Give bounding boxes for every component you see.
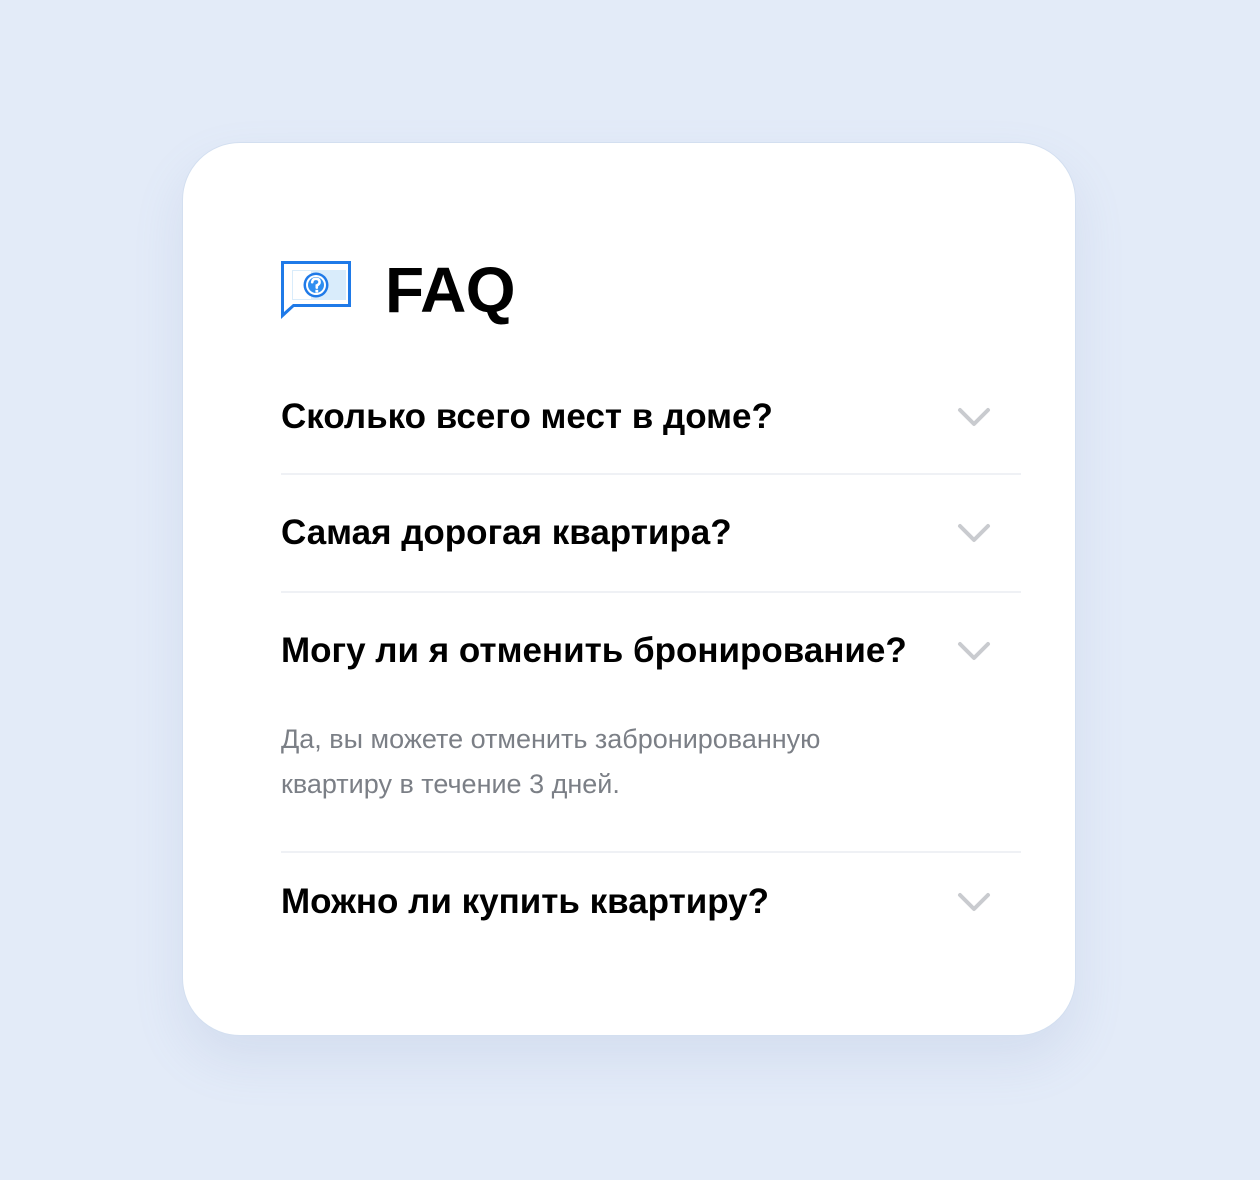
faq-answer: Да, вы можете отменить забронированную к… [281,724,821,799]
faq-question-row[interactable]: Могу ли я отменить бронирование? [281,593,1021,709]
faq-question-row[interactable]: Можно ли купить квартиру? [281,853,1021,951]
faq-question-row[interactable]: Самая дорогая квартира? [281,475,1021,591]
chevron-down-icon[interactable] [957,406,991,428]
faq-question: Можно ли купить квартиру? [281,882,770,921]
faq-question: Самая дорогая квартира? [281,513,732,552]
faq-item: Сколько всего мест в доме? [281,375,1021,475]
faq-title: FAQ [385,254,516,326]
faq-item: Самая дорогая квартира? [281,475,1021,593]
chevron-down-icon[interactable] [957,640,991,662]
faq-list: Сколько всего мест в доме? Самая дорогая… [281,375,1021,951]
chevron-down-icon[interactable] [957,891,991,913]
faq-question: Могу ли я отменить бронирование? [281,631,907,670]
faq-question: Сколько всего мест в доме? [281,397,773,436]
faq-header: FAQ [279,254,516,326]
faq-item: Можно ли купить квартиру? [281,853,1021,951]
chevron-down-icon[interactable] [957,522,991,544]
faq-item-expanded: Могу ли я отменить бронирование? Да, вы … [281,593,1021,853]
faq-question-row[interactable]: Сколько всего мест в доме? [281,375,1021,459]
faq-card: FAQ Сколько всего мест в доме? Самая дор… [182,142,1076,1036]
question-chat-bubble-icon [281,261,351,319]
